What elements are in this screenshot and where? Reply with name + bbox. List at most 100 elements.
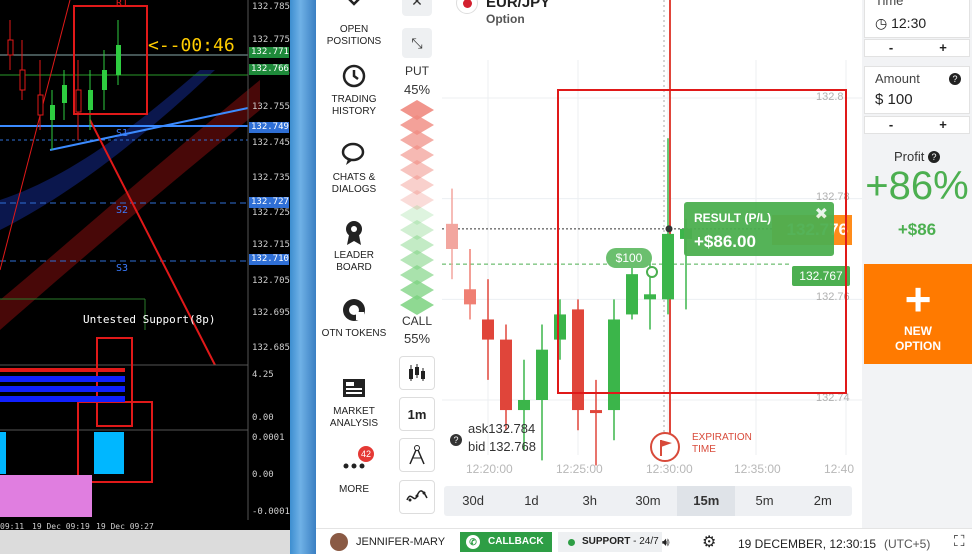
close-button[interactable]: ✕: [402, 0, 432, 16]
chart-type-button[interactable]: [399, 356, 435, 390]
mt4-indicator-tick: 0.00: [252, 413, 274, 423]
new-option-button[interactable]: + NEW OPTION: [864, 264, 972, 364]
timeframe-30d[interactable]: 30d: [444, 486, 502, 516]
nav-label: MARKET ANALYSIS: [329, 406, 379, 429]
mt4-price-tick: 132.685: [252, 343, 290, 353]
candle-body: [590, 410, 602, 414]
asset-name[interactable]: EUR/JPY: [486, 0, 550, 11]
candle-body: [464, 289, 476, 305]
currency-symbol: $: [875, 91, 884, 108]
mt4-indicator-tick: 4.25: [252, 370, 274, 380]
support-hours: - 24/7: [630, 536, 659, 547]
expiry-time-value: 12:30: [891, 15, 927, 31]
nav-otn-tokens[interactable]: OTN TOKENS: [316, 296, 392, 340]
timeframe-30m[interactable]: 30m: [619, 486, 677, 516]
time-stepper: - +: [864, 39, 970, 57]
drawing-tools-button[interactable]: [399, 438, 435, 472]
compass-icon: [409, 445, 425, 465]
nav-trading-history[interactable]: TRADING HISTORY: [316, 62, 392, 118]
mt4-time-label: 19 Dec 09:27: [96, 522, 154, 530]
bid-price: bid 132.768: [468, 439, 536, 454]
mt4-price-tag: 132.727: [249, 197, 289, 208]
mt4-support-note: Untested Support(8p): [83, 313, 216, 326]
mt4-price-tick: 132.775: [252, 35, 290, 45]
mt4-price-tick: 132.725: [252, 208, 290, 218]
nav-chats-dialogs[interactable]: CHATS & DIALOGS: [316, 140, 392, 196]
collapse-button[interactable]: ⤡: [402, 28, 432, 58]
timeframe-button[interactable]: 1m: [399, 397, 435, 431]
callback-button[interactable]: ✆ CALLBACK: [460, 532, 552, 552]
username[interactable]: JENNIFER-MARY: [356, 536, 445, 548]
amount-label: Amount: [875, 71, 920, 86]
candle-body: [500, 339, 512, 411]
mt4-indicator-tick: 0.00: [252, 470, 274, 480]
indicators-button[interactable]: [399, 480, 435, 514]
timeframe-bar: 30d 1d 3h 30m 15m 5m 2m: [444, 486, 852, 516]
avatar[interactable]: [330, 533, 348, 551]
amount-increase-button[interactable]: +: [917, 117, 969, 133]
sentiment-meter: [400, 100, 434, 315]
candle-body: [536, 349, 548, 400]
expiration-flag-icon[interactable]: [650, 432, 680, 462]
mt4-price-tag: 132.710: [249, 254, 289, 265]
close-icon: ✕: [411, 0, 423, 9]
flag-icon: [660, 440, 672, 456]
help-icon[interactable]: ?: [450, 434, 462, 446]
new-option-label: NEW OPTION: [894, 324, 941, 353]
mt4-price-tick: 132.735: [252, 173, 290, 183]
phone-icon: ✆: [466, 535, 480, 549]
timeframe-3h[interactable]: 3h: [561, 486, 619, 516]
annotation-rectangle: [557, 89, 847, 394]
nav-open-positions[interactable]: OPEN POSITIONS: [316, 0, 392, 48]
gear-icon[interactable]: ⚙: [702, 532, 716, 552]
main-chart[interactable]: EUR/JPY Option 132.8 132.78 132.76 132.7…: [442, 0, 862, 528]
amount-input[interactable]: $ 100: [875, 91, 913, 108]
time-axis-tick: 12:30:00: [646, 462, 693, 476]
help-icon[interactable]: ?: [949, 73, 961, 85]
mt4-chart-panel: <--00:46 Untested Support(8p) R1 S1 S2 S…: [0, 0, 290, 530]
support-button[interactable]: SUPPORT - 24/7: [558, 532, 662, 552]
nav-market-analysis[interactable]: MARKET ANALYSIS: [316, 374, 392, 430]
nav-label: OPEN POSITIONS: [326, 24, 382, 47]
open-positions-icon: [348, 0, 360, 6]
sound-icon[interactable]: 🔊︎: [662, 535, 670, 550]
nav-more[interactable]: 42 MORE: [316, 446, 392, 496]
amount-card[interactable]: Amount ? $ 100: [864, 66, 970, 114]
amount-decrease-button[interactable]: -: [865, 117, 917, 133]
timeframe-5m[interactable]: 5m: [735, 486, 793, 516]
timeframe-2m[interactable]: 2m: [794, 486, 852, 516]
nav-label: OTN TOKENS: [321, 328, 387, 339]
time-increase-button[interactable]: +: [917, 40, 969, 56]
nav-leader-board[interactable]: LEADER BOARD: [316, 218, 392, 274]
clock-icon: ◷: [875, 15, 888, 31]
trade-panel: Time ◷ 12:30 - + Amount ? $ 100 - + Prof…: [862, 0, 972, 528]
time-value[interactable]: ◷ 12:30: [875, 15, 926, 32]
time-axis-tick: 12:20:00: [466, 462, 513, 476]
timeframe-15m[interactable]: 15m: [677, 486, 736, 516]
put-percentage: 45%: [403, 82, 431, 97]
collapse-icon: ⤡: [411, 34, 423, 51]
mt4-chart-svg: [0, 0, 260, 520]
time-decrease-button[interactable]: -: [865, 40, 917, 56]
nav-label: LEADER BOARD: [333, 250, 374, 273]
fullscreen-icon[interactable]: ⛶: [954, 533, 965, 550]
call-label: CALL: [401, 314, 433, 328]
put-label: PUT: [405, 64, 429, 78]
mt4-price-tick: 132.705: [252, 276, 290, 286]
mt4-price-tick: 132.695: [252, 308, 290, 318]
notification-badge: 42: [358, 446, 374, 462]
timezone: (UTC+5): [884, 537, 931, 551]
status-bar: JENNIFER-MARY ✆ CALLBACK SUPPORT - 24/7 …: [316, 528, 972, 554]
chat-icon: [341, 142, 365, 165]
trade-tools: ✕ ⤡ PUT 45% CALL 55% 1m: [392, 0, 442, 528]
otn-icon: [343, 299, 365, 321]
analysis-icon: [343, 379, 365, 397]
mt4-price-tick: 132.715: [252, 240, 290, 250]
mt4-indicator-tick: 0.0001: [252, 433, 285, 443]
callback-label: CALLBACK: [488, 536, 544, 547]
help-icon[interactable]: ?: [927, 151, 940, 163]
time-card[interactable]: Time ◷ 12:30: [864, 0, 970, 38]
mt4-level-s3: S3: [116, 263, 129, 274]
timeframe-1d[interactable]: 1d: [502, 486, 560, 516]
ask-price: ask132.784: [468, 421, 536, 436]
